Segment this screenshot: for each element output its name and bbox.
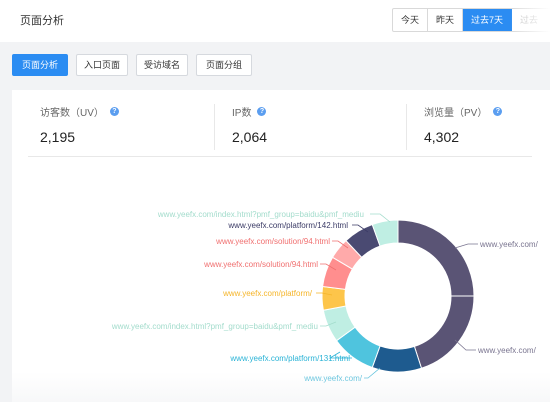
slice-label: www.yeefx.com/platform/142.html <box>227 221 348 230</box>
page-donut-chart: www.yeefx.com/www.yeefx.com/www.yeefx.co… <box>111 210 539 383</box>
slice-label: www.yeefx.com/index.html?pmf_group=baidu… <box>111 322 318 331</box>
donut-slice[interactable] <box>321 285 347 311</box>
slice-label: www.yeefx.com/solution/94.html <box>203 260 318 269</box>
slice-label: www.yeefx.com/platform/131.html <box>229 354 350 363</box>
donut-slice[interactable] <box>397 219 475 297</box>
slice-label: www.yeefx.com/ <box>477 346 537 355</box>
slice-label: www.yeefx.com/platform/ <box>222 289 313 298</box>
callout-line <box>364 367 381 379</box>
donut-slice[interactable] <box>413 295 475 369</box>
callout-line <box>454 243 478 249</box>
slice-label: www.yeefx.com/solution/94.html <box>215 237 330 246</box>
slice-label: www.yeefx.com/ <box>479 240 539 249</box>
slice-label: www.yeefx.com/index.html?pmf_group=baidu… <box>157 210 364 219</box>
slice-label: www.yeefx.com/ <box>303 374 363 383</box>
